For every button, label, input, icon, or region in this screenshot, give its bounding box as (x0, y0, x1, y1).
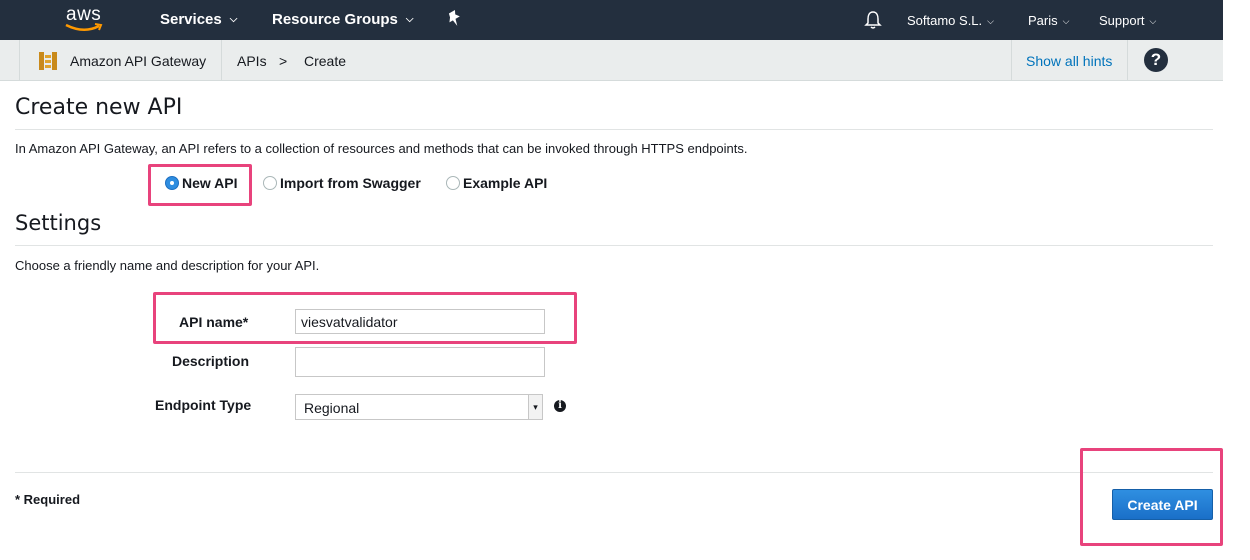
breadcrumb-separator: > (279, 53, 288, 69)
chevron-down-icon: ⌵ (229, 14, 238, 25)
subnav-divider (221, 40, 222, 81)
support-label: Support (1099, 13, 1145, 28)
subnav-divider (0, 40, 20, 81)
chevron-down-icon: ⌵ (1149, 16, 1157, 26)
chevron-down-icon: ⌵ (987, 16, 994, 26)
resource-groups-label: Resource Groups (272, 11, 398, 28)
aws-smile-icon (65, 23, 103, 31)
highlight-create-api (1080, 448, 1223, 546)
support-menu[interactable]: Support ⌵ (1099, 13, 1156, 28)
radio-button[interactable] (263, 176, 277, 190)
show-all-hints-link[interactable]: Show all hints (1026, 53, 1112, 69)
services-menu[interactable]: Services ⌵ (160, 11, 237, 28)
highlight-api-name (153, 292, 577, 344)
radio-label: Import from Swagger (280, 175, 421, 191)
account-menu[interactable]: Softamo S.L. ⌵ (907, 13, 994, 28)
endpoint-type-select[interactable]: Regional ▾ (295, 394, 543, 420)
breadcrumb-create: Create (304, 53, 347, 69)
footer-divider (15, 472, 1213, 473)
settings-description: Choose a friendly name and description f… (15, 258, 320, 273)
help-icon[interactable]: ? (1144, 48, 1168, 72)
radio-button[interactable] (446, 176, 460, 190)
chevron-down-icon: ⌵ (1062, 16, 1070, 26)
page-title: Create new API (15, 95, 183, 120)
endpoint-type-label: Endpoint Type (155, 397, 252, 413)
highlight-new-api (148, 164, 252, 206)
select-arrow-icon[interactable]: ▾ (528, 395, 542, 419)
pin-icon[interactable] (446, 9, 464, 29)
service-sub-navigation: Amazon API Gateway APIs > Create Show al… (0, 40, 1223, 81)
radio-example-api[interactable]: Example API (446, 175, 547, 191)
aws-logo[interactable]: aws (64, 4, 108, 34)
service-name-link[interactable]: Amazon API Gateway (70, 53, 206, 69)
resource-groups-menu[interactable]: Resource Groups ⌵ (272, 11, 413, 28)
chevron-down-icon: ⌵ (405, 14, 414, 25)
top-navigation-bar: aws Services ⌵ Resource Groups ⌵ Softamo S… (0, 0, 1223, 40)
region-label: Paris (1028, 13, 1058, 28)
subnav-divider (1127, 40, 1128, 81)
page-description: In Amazon API Gateway, an API refers to … (15, 141, 748, 156)
region-menu[interactable]: Paris ⌵ (1028, 13, 1069, 28)
description-input[interactable] (295, 347, 545, 377)
api-gateway-service-icon (39, 52, 57, 70)
notification-bell-icon[interactable] (864, 10, 882, 30)
section-divider (15, 129, 1213, 130)
radio-label: Example API (463, 175, 548, 191)
subnav-divider (1011, 40, 1012, 81)
description-label: Description (172, 353, 250, 369)
radio-import-from-swagger[interactable]: Import from Swagger (263, 175, 421, 191)
services-label: Services (160, 11, 222, 28)
account-label: Softamo S.L. (907, 13, 983, 28)
breadcrumb-apis[interactable]: APIs (237, 53, 267, 69)
section-divider (15, 245, 1213, 246)
endpoint-type-value: Regional (304, 400, 360, 416)
settings-title: Settings (15, 211, 102, 235)
info-icon[interactable]: i (554, 400, 566, 412)
required-note: * Required (15, 492, 81, 507)
